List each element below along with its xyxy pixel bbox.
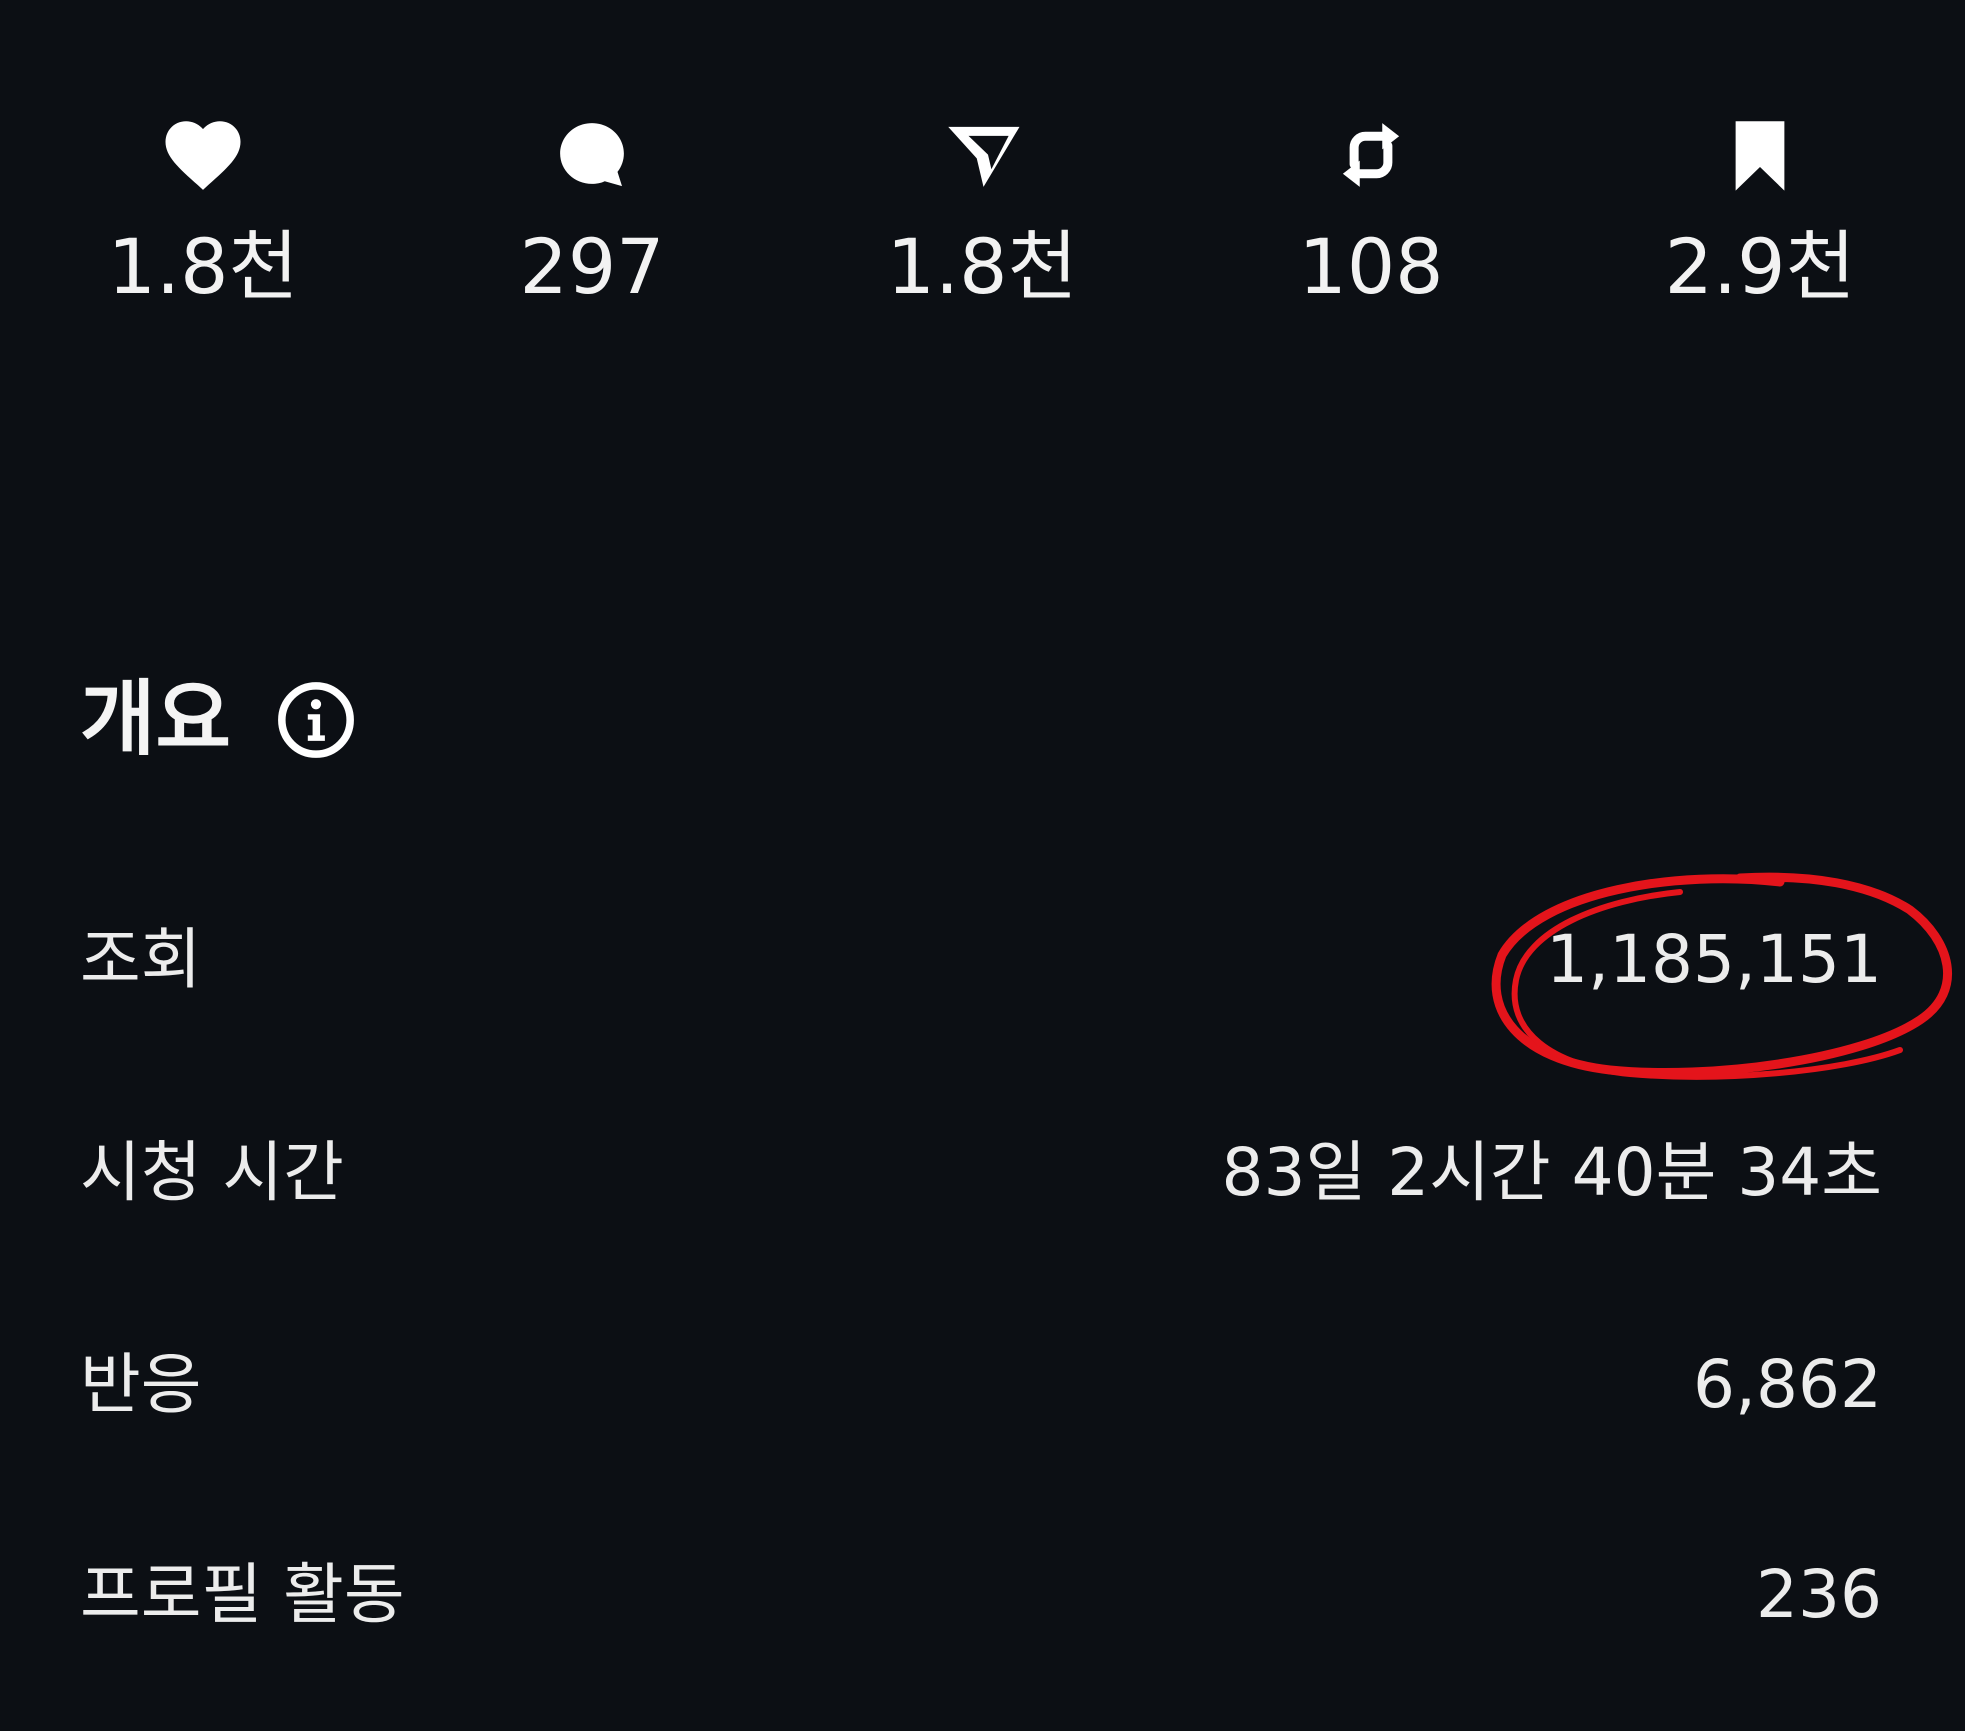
metric-label-profile-activity: 프로필 활동 xyxy=(80,1556,405,1633)
info-icon[interactable] xyxy=(275,679,357,761)
comment-icon[interactable] xyxy=(547,110,637,200)
bookmark-stat[interactable]: 2.9천 xyxy=(1610,110,1910,312)
metric-row-views: 조회 1,185,151 xyxy=(80,905,1882,1015)
share-stat[interactable]: 1.8천 xyxy=(832,110,1132,312)
metric-row-reactions: 반응 6,862 xyxy=(80,1330,1882,1440)
comment-stat[interactable]: 297 xyxy=(442,110,742,312)
comment-count: 297 xyxy=(519,222,665,311)
metric-row-watch-time: 시청 시간 83일 2시간 40분 34초 xyxy=(80,1118,1882,1228)
metric-row-profile-activity: 프로필 활동 236 xyxy=(80,1540,1882,1650)
metric-value-reactions: 6,862 xyxy=(1693,1346,1882,1423)
overview-header: 개요 xyxy=(80,660,357,780)
metric-value-views: 1,185,151 xyxy=(1546,921,1882,998)
share-icon[interactable] xyxy=(937,110,1027,200)
share-count: 1.8천 xyxy=(886,222,1078,311)
bookmark-icon[interactable] xyxy=(1715,110,1805,200)
metric-value-watch-time: 83일 2시간 40분 34초 xyxy=(1221,1134,1882,1211)
repost-stat[interactable]: 108 xyxy=(1221,110,1521,312)
like-stat[interactable]: 1.8천 xyxy=(53,110,353,312)
engagement-stats-row: 1.8천 297 1.8천 108 2.9천 xyxy=(0,110,1965,340)
repost-count: 108 xyxy=(1298,222,1444,311)
metric-label-views: 조회 xyxy=(80,921,202,998)
metric-label-watch-time: 시청 시간 xyxy=(80,1134,344,1211)
bookmark-count: 2.9천 xyxy=(1664,222,1856,311)
heart-icon[interactable] xyxy=(158,110,248,200)
overview-title: 개요 xyxy=(80,672,231,767)
like-count: 1.8천 xyxy=(107,222,299,311)
metric-value-profile-activity: 236 xyxy=(1756,1556,1882,1633)
repost-icon[interactable] xyxy=(1326,110,1416,200)
metric-label-reactions: 반응 xyxy=(80,1346,202,1423)
